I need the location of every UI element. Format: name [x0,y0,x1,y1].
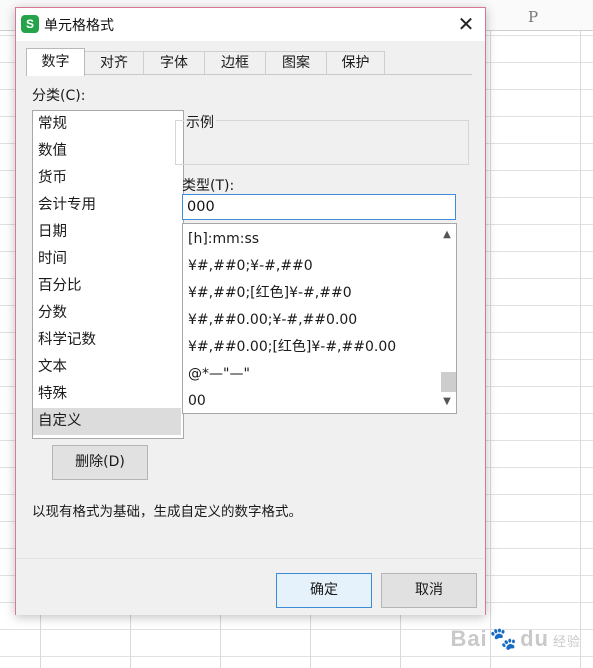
baidu-watermark: Bai🐾du 经验 [450,626,581,652]
format-list-scrollbar[interactable]: ▲ ▼ [438,224,456,413]
scroll-down-arrow-icon[interactable]: ▼ [438,394,456,410]
dialog-footer: 确定 取消 [16,558,485,615]
tab-font[interactable]: 字体 [143,51,205,75]
tab-alignment[interactable]: 对齐 [84,51,144,75]
category-item[interactable]: 特殊 [33,381,183,408]
column-header-p[interactable]: P [528,8,538,26]
format-cells-dialog: S 单元格格式 ✕ 数字 对齐 字体 边框 图案 保护 分类(C): 常规 数值… [15,7,486,615]
dialog-title: 单元格格式 [44,18,114,34]
format-item[interactable]: ¥#,##0;¥-#,##0 [183,253,456,280]
scrollbar-thumb[interactable] [441,372,456,392]
category-item[interactable]: 文本 [33,354,183,381]
category-item[interactable]: 科学记数 [33,327,183,354]
tab-border[interactable]: 边框 [204,51,266,75]
type-input[interactable] [182,194,456,220]
close-button[interactable]: ✕ [451,11,481,38]
category-item[interactable]: 分数 [33,300,183,327]
category-item[interactable]: 百分比 [33,273,183,300]
category-item[interactable]: 会计专用 [33,192,183,219]
paw-icon: 🐾 [489,626,519,651]
category-item[interactable]: 货币 [33,165,183,192]
category-label: 分类(C): [32,88,86,104]
category-list[interactable]: 常规 数值 货币 会计专用 日期 时间 百分比 分数 科学记数 文本 特殊 自定… [32,110,184,439]
sample-groupbox: 示例 [175,112,469,165]
cancel-button[interactable]: 取消 [381,573,477,608]
format-item[interactable]: ¥#,##0.00;[红色]¥-#,##0.00 [183,334,456,361]
format-item[interactable]: @*—"—" [183,361,456,388]
category-item[interactable]: 数值 [33,138,183,165]
tab-number[interactable]: 数字 [26,48,85,76]
format-item[interactable]: [h]:mm:ss [183,226,456,253]
ok-button[interactable]: 确定 [276,573,372,608]
delete-button[interactable]: 删除(D) [52,445,148,480]
category-item[interactable]: 日期 [33,219,183,246]
watermark-text: Bai [450,626,488,651]
format-item[interactable]: ¥#,##0.00;¥-#,##0.00 [183,307,456,334]
tab-protection[interactable]: 保护 [326,51,385,75]
category-item[interactable]: 时间 [33,246,183,273]
close-icon: ✕ [457,12,475,36]
tab-pattern[interactable]: 图案 [265,51,327,75]
format-item[interactable]: 00 [183,388,456,413]
category-item-custom-selected[interactable]: 自定义 [33,408,181,435]
watermark-suffix: du [520,626,549,651]
sample-label: 示例 [184,112,216,132]
format-code-list[interactable]: [h]:mm:ss ¥#,##0;¥-#,##0 ¥#,##0;[红色]¥-#,… [182,223,457,414]
watermark-sub: 经验 [552,634,581,649]
category-item[interactable]: 常规 [33,111,183,138]
type-label: 类型(T): [182,178,235,194]
wps-app-icon: S [21,15,39,33]
scroll-up-arrow-icon[interactable]: ▲ [438,227,456,243]
dialog-titlebar[interactable]: S 单元格格式 ✕ [16,8,485,41]
format-description: 以现有格式为基础，生成自定义的数字格式。 [32,504,302,520]
format-item[interactable]: ¥#,##0;[红色]¥-#,##0 [183,280,456,307]
